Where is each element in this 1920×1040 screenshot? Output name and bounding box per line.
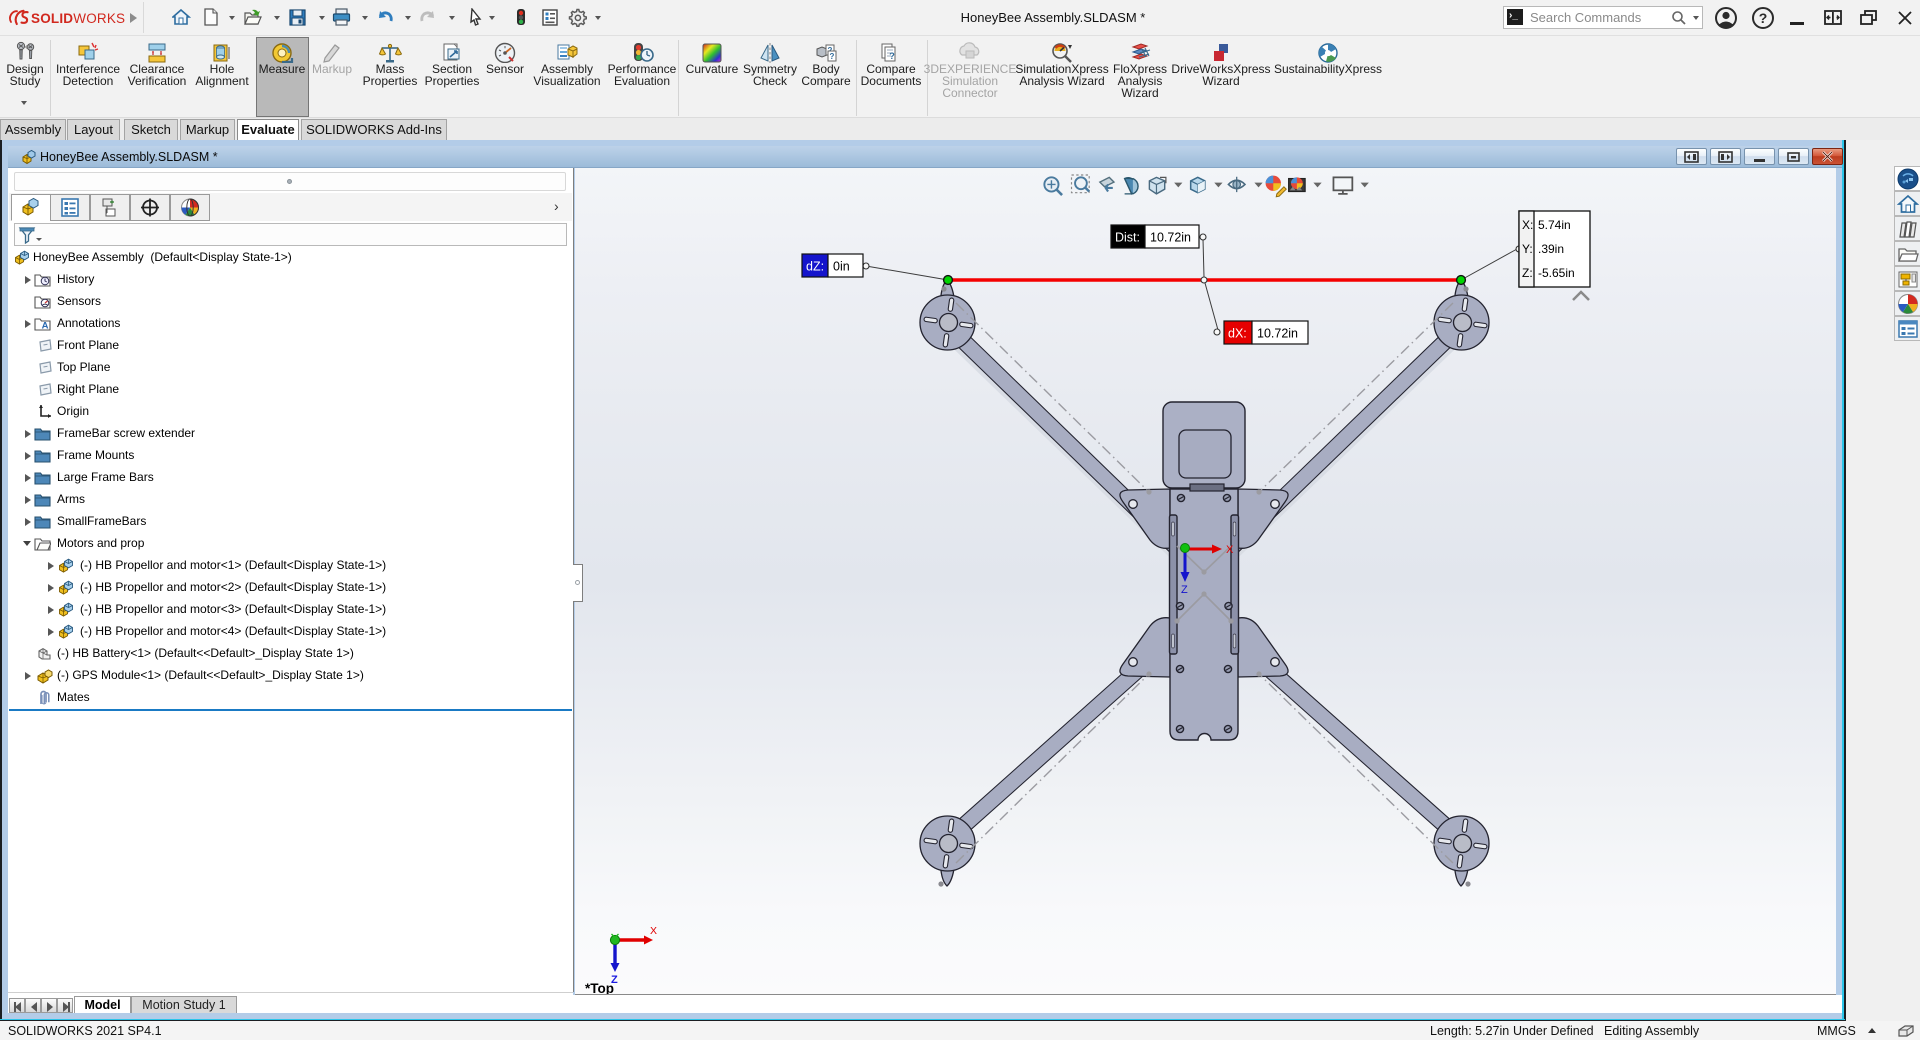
svg-text:?: ? [889,51,895,61]
svg-text:-5.65in: -5.65in [1538,266,1575,280]
svg-text:dZ:: dZ: [806,260,824,274]
svg-text:10.72in: 10.72in [1150,231,1191,245]
svg-text:X:: X: [1522,218,1533,232]
svg-text:dX:: dX: [1228,327,1247,341]
svg-text:X: X [1226,544,1234,556]
svg-text:Z:: Z: [1522,266,1533,280]
svg-text:10.72in: 10.72in [1257,327,1298,341]
svg-text:X: X [650,925,657,937]
svg-text:A: A [42,321,49,332]
svg-text:5.74in: 5.74in [1538,218,1571,232]
svg-text:Z: Z [1181,584,1188,596]
svg-text:*Top: *Top [585,981,614,995]
svg-text:.39in: .39in [1538,242,1564,256]
svg-text:?: ? [1759,10,1768,26]
svg-text:?: ? [830,52,835,61]
svg-text:0in: 0in [833,260,850,274]
svg-text:Dist:: Dist: [1115,231,1140,245]
svg-text:Y:: Y: [1522,242,1533,256]
